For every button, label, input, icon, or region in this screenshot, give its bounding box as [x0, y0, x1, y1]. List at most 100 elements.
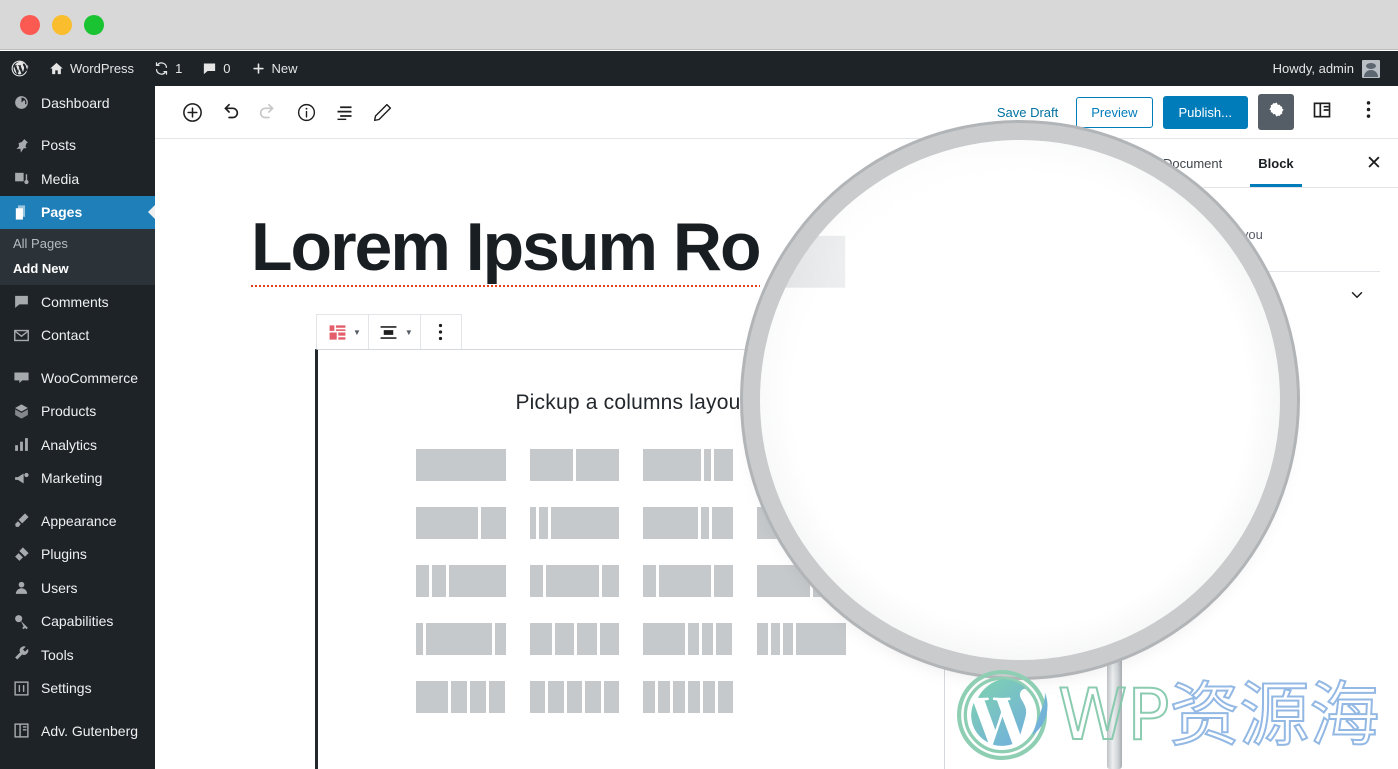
menu-separator [0, 705, 155, 714]
sidebar-item-appearance[interactable]: Appearance [0, 504, 155, 538]
sidebar-item-marketing[interactable]: Marketing [0, 462, 155, 496]
layout-option[interactable] [760, 235, 846, 288]
mac-titlebar [0, 0, 1398, 50]
layout-option[interactable] [643, 565, 733, 597]
more-vertical-icon [428, 315, 454, 349]
sidebar-item-comments[interactable]: Comments [0, 285, 155, 319]
sidebar-item-capabilities[interactable]: Capabilities [0, 605, 155, 639]
sidebar-item-media[interactable]: Media [0, 162, 155, 196]
layout-option[interactable] [529, 681, 619, 713]
pencil-icon[interactable] [363, 93, 401, 131]
minimize-window-button[interactable] [52, 14, 72, 35]
layout-option[interactable] [643, 449, 733, 481]
more-options-button[interactable] [1350, 94, 1386, 130]
save-draft-button[interactable]: Save Draft [989, 101, 1066, 124]
sidebar-item-label: Comments [41, 293, 109, 310]
sidebar-item-woocommerce[interactable]: WooCommerce [0, 361, 155, 395]
sidebar-item-users[interactable]: Users [0, 571, 155, 605]
settings-gear-button[interactable] [1258, 94, 1294, 130]
layout-option[interactable] [416, 623, 506, 655]
align-button[interactable]: ▼ [369, 315, 421, 349]
close-panel-button[interactable]: ✕ [1350, 139, 1398, 187]
pages-submenu: All Pages Add New [0, 229, 155, 285]
layout-option[interactable] [529, 565, 619, 597]
layout-option[interactable] [416, 507, 506, 539]
columns-manager-icon [324, 315, 350, 349]
info-icon[interactable] [287, 93, 325, 131]
chevron-down-icon [1348, 286, 1366, 309]
magnifier-viewport: Pickup a columns layout [760, 140, 1280, 660]
close-window-button[interactable] [20, 14, 40, 35]
sidebar-item-products[interactable]: Products [0, 395, 155, 429]
sidebar-item-posts[interactable]: Posts [0, 129, 155, 163]
layout-segment [687, 623, 700, 655]
plug-icon [11, 544, 31, 564]
avatar [1362, 59, 1380, 78]
sidebar-item-dashboard[interactable]: Dashboard [0, 86, 155, 120]
sidebar-item-plugins[interactable]: Plugins [0, 538, 155, 572]
layout-option[interactable] [529, 507, 619, 539]
layout-segment [470, 681, 487, 713]
products-icon [11, 401, 31, 421]
layout-segment [575, 449, 619, 481]
sidebar-item-label: Posts [41, 137, 77, 154]
updates-menu[interactable]: 1 [144, 51, 192, 86]
preview-button[interactable]: Preview [1076, 96, 1153, 128]
layout-option[interactable] [416, 565, 506, 597]
submenu-label: All Pages [13, 236, 68, 251]
layout-option[interactable] [416, 449, 506, 481]
publish-button[interactable]: Publish... [1162, 95, 1248, 129]
menu-separator [0, 495, 155, 504]
layout-segment [643, 449, 702, 481]
layout-option[interactable] [643, 507, 733, 539]
wordpress-logo-icon [10, 59, 29, 78]
sidebar-item-adv-gutenberg[interactable]: Adv. Gutenberg [0, 714, 155, 748]
layout-segment [672, 681, 685, 713]
sidebar-subitem-add-new[interactable]: Add New [0, 256, 155, 281]
list-view-icon[interactable] [325, 93, 363, 131]
site-name-menu[interactable]: WordPress [39, 51, 144, 86]
layout-segment [489, 681, 506, 713]
wp-logo-menu[interactable] [0, 51, 39, 86]
account-menu[interactable]: Howdy, admin [1265, 59, 1388, 78]
user-icon [11, 578, 31, 598]
layout-option[interactable] [643, 681, 733, 713]
layout-segment [529, 507, 537, 539]
layout-segment [555, 623, 575, 655]
block-inserter-button[interactable] [1304, 94, 1340, 130]
columns-manager-button[interactable]: ▼ [317, 315, 369, 349]
comments-menu[interactable]: 0 [192, 51, 240, 86]
gutenberg-icon [11, 721, 31, 741]
layout-option[interactable] [416, 681, 506, 713]
layout-segment [416, 565, 430, 597]
sidebar-item-label: Media [41, 170, 80, 187]
sidebar-item-label: Settings [41, 680, 92, 697]
sidebar-subitem-all-pages[interactable]: All Pages [0, 231, 155, 256]
sidebar-item-pages[interactable]: Pages [0, 195, 155, 229]
media-icon [11, 169, 31, 189]
undo-icon[interactable] [211, 93, 249, 131]
layout-option[interactable] [529, 449, 619, 481]
sidebar-item-contact[interactable]: Contact [0, 319, 155, 353]
layout-option[interactable] [760, 141, 846, 194]
block-more-options-button[interactable] [421, 315, 461, 349]
sidebar-item-analytics[interactable]: Analytics [0, 428, 155, 462]
key-icon [11, 611, 31, 631]
add-block-icon[interactable] [173, 93, 211, 131]
sidebar-item-settings[interactable]: Settings [0, 672, 155, 706]
plus-icon [251, 61, 266, 76]
layout-option[interactable] [643, 623, 733, 655]
close-icon: ✕ [1366, 152, 1382, 174]
new-content-menu[interactable]: New [241, 51, 308, 86]
brush-icon [11, 511, 31, 531]
editor-header: Save Draft Preview Publish... [155, 86, 1398, 139]
gear-icon [1267, 100, 1286, 124]
layout-option[interactable] [529, 623, 620, 655]
layout-segment [481, 507, 506, 539]
envelope-icon [11, 325, 31, 345]
sidebar-item-tools[interactable]: Tools [0, 638, 155, 672]
wrench-icon [11, 645, 31, 665]
maximize-window-button[interactable] [84, 14, 104, 35]
layout-segment [539, 507, 548, 539]
redo-icon [249, 93, 287, 131]
